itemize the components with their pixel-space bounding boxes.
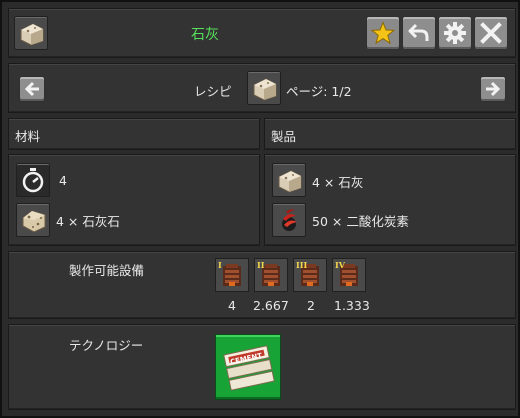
tier-roman: II xyxy=(257,260,265,270)
close-icon xyxy=(480,22,502,44)
tier-roman: III xyxy=(296,260,308,270)
technology-label: テクノロジー xyxy=(69,338,144,353)
machine-tier-2[interactable]: II xyxy=(254,258,288,292)
back-arrow-icon xyxy=(408,23,429,41)
ingredient-text: 4 × 石灰石 xyxy=(56,214,120,229)
left-arrow-icon xyxy=(24,81,39,97)
technology-panel: テクノロジー CEMENT xyxy=(8,324,516,410)
machine-tier-3[interactable]: III xyxy=(293,258,327,292)
ingredients-header: 材料 xyxy=(8,118,260,150)
header-item-slot xyxy=(14,16,48,50)
cement-bags-icon xyxy=(223,345,275,391)
close-button[interactable] xyxy=(474,16,508,50)
machine-speed: 1.333 xyxy=(334,298,370,313)
prev-page-button[interactable] xyxy=(19,76,45,102)
back-button[interactable] xyxy=(402,16,436,50)
ingredients-panel: 4 4 × 石灰石 xyxy=(8,154,260,246)
product-text: 4 × 石灰 xyxy=(312,175,364,190)
products-panel: 4 × 石灰 50 × 二酸化炭素 xyxy=(264,154,516,246)
machine-speed: 4 xyxy=(228,298,236,313)
ingredients-heading: 材料 xyxy=(15,129,41,144)
page-nav-bar: レシピ ページ: 1/2 xyxy=(8,63,516,113)
products-header: 製品 xyxy=(264,118,516,150)
page-indicator: ページ: 1/2 xyxy=(286,84,352,99)
gear-icon xyxy=(444,22,466,44)
next-page-button[interactable] xyxy=(480,76,506,102)
tier-roman: I xyxy=(218,260,222,270)
machine-speed: 2 xyxy=(307,298,315,313)
kiln-icon xyxy=(223,264,241,286)
machine-tier-4[interactable]: IV xyxy=(332,258,366,292)
product-text: 50 × 二酸化炭素 xyxy=(312,214,409,229)
favorite-button[interactable] xyxy=(366,16,400,50)
machines-panel: 製作可能設備 I 4 II 2.667 III 2 IV 1.333 xyxy=(8,251,516,319)
recipe-window: 石灰 レシピ ページ: 1/2 材料 製品 4 4 × 石灰石 4 × 石灰 5… xyxy=(0,0,520,418)
recipe-item-slot[interactable] xyxy=(247,71,281,105)
tier-roman: IV xyxy=(335,260,345,270)
product-slot[interactable] xyxy=(272,203,306,237)
machine-speed: 2.667 xyxy=(253,298,289,313)
crafting-time-value: 4 xyxy=(59,173,67,188)
lime-icon xyxy=(20,23,44,46)
lime-icon xyxy=(278,170,302,193)
page-title: 石灰 xyxy=(191,27,219,43)
recipe-label: レシピ xyxy=(194,84,232,99)
settings-button[interactable] xyxy=(438,16,472,50)
product-slot[interactable] xyxy=(272,163,306,197)
products-heading: 製品 xyxy=(271,129,297,144)
stopwatch-icon xyxy=(22,168,44,193)
carbon-dioxide-icon xyxy=(282,209,297,231)
ingredient-slot[interactable] xyxy=(16,203,50,237)
star-icon xyxy=(371,21,395,45)
lime-icon xyxy=(253,78,277,101)
machines-label: 製作可能設備 xyxy=(69,263,145,278)
header-bar: 石灰 xyxy=(8,8,516,58)
limestone-icon xyxy=(22,210,46,233)
machine-tier-1[interactable]: I xyxy=(215,258,249,292)
right-arrow-icon xyxy=(486,81,501,97)
crafting-time-slot xyxy=(16,163,50,197)
technology-tile[interactable]: CEMENT xyxy=(215,334,281,400)
